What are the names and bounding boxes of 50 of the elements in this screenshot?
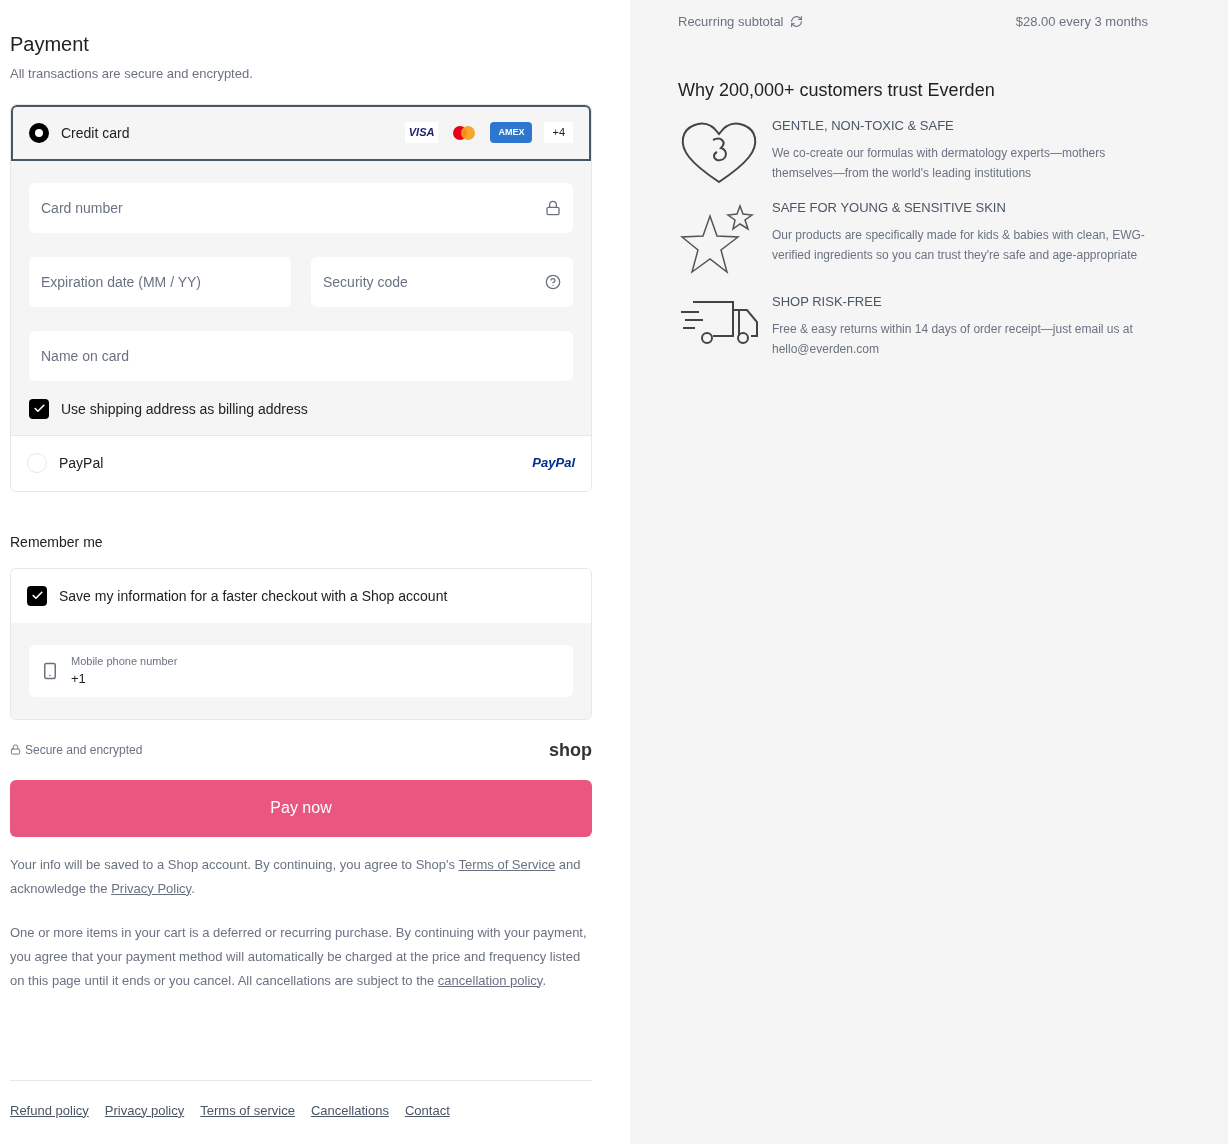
recurring-icon	[789, 15, 803, 29]
notice-link[interactable]: Terms of Service	[458, 856, 556, 872]
check-icon	[30, 589, 44, 602]
trust-heading: Why 200,000+ customers trust Everden	[678, 78, 996, 102]
phone-field[interactable]: Mobile phone number +1	[29, 644, 573, 697]
footer-link[interactable]: Privacy policy	[104, 1100, 185, 1120]
checkbox-label: Use shipping address as billing address	[61, 399, 308, 419]
footer-link[interactable]: Contact	[404, 1100, 450, 1120]
feature-title: SHOP RISK-FREE	[772, 292, 883, 311]
recurring-label: Recurring subtotal	[678, 13, 784, 31]
notice-text: One or more items in your cart is a deferred or recurring purchase. By continuing with your payment, you agree that your payment method will automatically be charged at the price and frequency listed on this page until it ends or you cancel. All cancellations are subject to the cancellation policy.	[10, 923, 588, 990]
footer-link[interactable]: Terms of service	[200, 1100, 295, 1120]
checkbox-label: Save my information for a faster checkout with a Shop account	[59, 586, 448, 606]
section-title: Remember me	[10, 532, 104, 552]
section-title: Payment	[10, 32, 90, 57]
radio-button[interactable]	[27, 453, 47, 473]
lock-icon	[10, 744, 21, 755]
amex-logo: AMEX	[490, 121, 533, 144]
feature-text: We co-create our formulas with dermatology experts—mothers themselves—from the world's leading institutions	[772, 145, 1107, 182]
secure-note: Secure and encrypted	[25, 741, 143, 758]
feature-text: Free & easy returns within 14 days of order receipt—just email us at hello@everden.com	[772, 321, 1134, 358]
section-subtitle: All transactions are secure and encrypted.	[10, 65, 254, 83]
phone-number-input[interactable]: +1	[71, 669, 561, 689]
payment-method-label: Credit card	[61, 123, 131, 143]
input-field[interactable]: Name on card	[29, 330, 573, 381]
feature-title: SAFE FOR YOUNG & SENSITIVE SKIN	[772, 198, 1007, 217]
notice-text: Your info will be saved to a Shop account. By continuing, you agree to Shop's Terms of Service and acknowledge the Privacy Policy.	[10, 855, 582, 898]
phone-icon	[41, 661, 59, 680]
feature-title: GENTLE, NON-TOXIC & SAFE	[772, 116, 955, 135]
checkbox[interactable]	[27, 585, 47, 606]
checkbox[interactable]	[29, 398, 49, 419]
paypal-logo: PayPal	[532, 454, 575, 473]
footer-link[interactable]: Cancellations	[310, 1100, 389, 1120]
visa-logo: VISA	[404, 122, 439, 143]
check-icon	[32, 402, 46, 415]
radio-button[interactable]	[29, 122, 49, 143]
payment-method-label: PayPal	[59, 454, 105, 473]
payment-method-option[interactable]: PayPal PayPal	[11, 434, 591, 491]
input-field[interactable]: Card number	[29, 182, 573, 233]
payment-method-option[interactable]: Credit card VISA AMEX +4	[11, 104, 591, 161]
help-icon	[545, 273, 561, 290]
input-field[interactable]: Expiration date (MM / YY)	[29, 256, 291, 307]
field-label: Mobile phone number	[71, 653, 179, 669]
more-brands-badge: +4	[544, 122, 573, 143]
lock-icon	[545, 199, 561, 216]
recurring-value: $28.00 every 3 months	[1015, 13, 1148, 31]
input-field[interactable]: Security code	[311, 256, 573, 307]
shop-logo: shop	[549, 738, 592, 762]
feature-text: Our products are specifically made for kids & babies with clean, EWG-verified ingredients so you can trust they're safe and age-appropriate	[772, 227, 1146, 264]
footer-link[interactable]: Refund policy	[10, 1100, 89, 1120]
